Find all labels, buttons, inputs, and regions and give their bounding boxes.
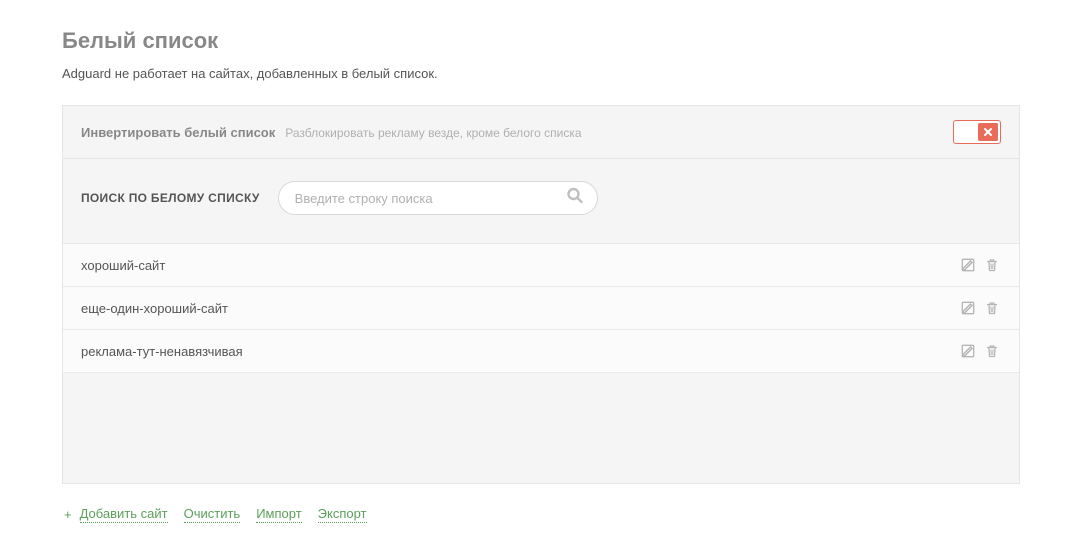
trash-icon[interactable]: [983, 299, 1001, 317]
whitelist-items: хороший-сайт еще-один-хороший-сайт реклама…: [63, 244, 1019, 373]
edit-icon[interactable]: [959, 299, 977, 317]
list-item: реклама-тут-ненавязчивая: [63, 330, 1019, 373]
invert-toggle[interactable]: [953, 120, 1001, 144]
trash-icon[interactable]: [983, 342, 1001, 360]
search-icon: [566, 187, 584, 210]
whitelist-panel: Инвертировать белый список Разблокироват…: [62, 105, 1020, 484]
row-actions: [959, 299, 1001, 317]
invert-row: Инвертировать белый список Разблокироват…: [63, 106, 1019, 159]
edit-icon[interactable]: [959, 256, 977, 274]
export-link[interactable]: Экспорт: [318, 506, 367, 523]
row-actions: [959, 256, 1001, 274]
edit-icon[interactable]: [959, 342, 977, 360]
trash-icon[interactable]: [983, 256, 1001, 274]
list-item: еще-один-хороший-сайт: [63, 287, 1019, 330]
close-icon: [978, 123, 998, 141]
page-title: Белый список: [62, 28, 1020, 54]
footer-actions: + Добавить сайт Очистить Импорт Экспорт: [62, 506, 1020, 523]
import-link[interactable]: Импорт: [256, 506, 301, 523]
list-item: хороший-сайт: [63, 244, 1019, 287]
invert-description: Разблокировать рекламу везде, кроме бело…: [285, 126, 581, 140]
list-item-name: еще-один-хороший-сайт: [81, 301, 228, 316]
invert-label: Инвертировать белый список: [81, 125, 275, 140]
search-input[interactable]: [278, 181, 598, 215]
plus-icon: +: [64, 507, 72, 522]
page-description: Adguard не работает на сайтах, добавленн…: [62, 66, 1020, 81]
add-site-link[interactable]: Добавить сайт: [80, 506, 168, 523]
list-item-name: хороший-сайт: [81, 258, 165, 273]
list-item-name: реклама-тут-ненавязчивая: [81, 344, 243, 359]
row-actions: [959, 342, 1001, 360]
clear-link[interactable]: Очистить: [184, 506, 241, 523]
search-label: ПОИСК ПО БЕЛОМУ СПИСКУ: [81, 191, 260, 205]
panel-filler: [63, 373, 1019, 483]
search-row: ПОИСК ПО БЕЛОМУ СПИСКУ: [63, 159, 1019, 244]
